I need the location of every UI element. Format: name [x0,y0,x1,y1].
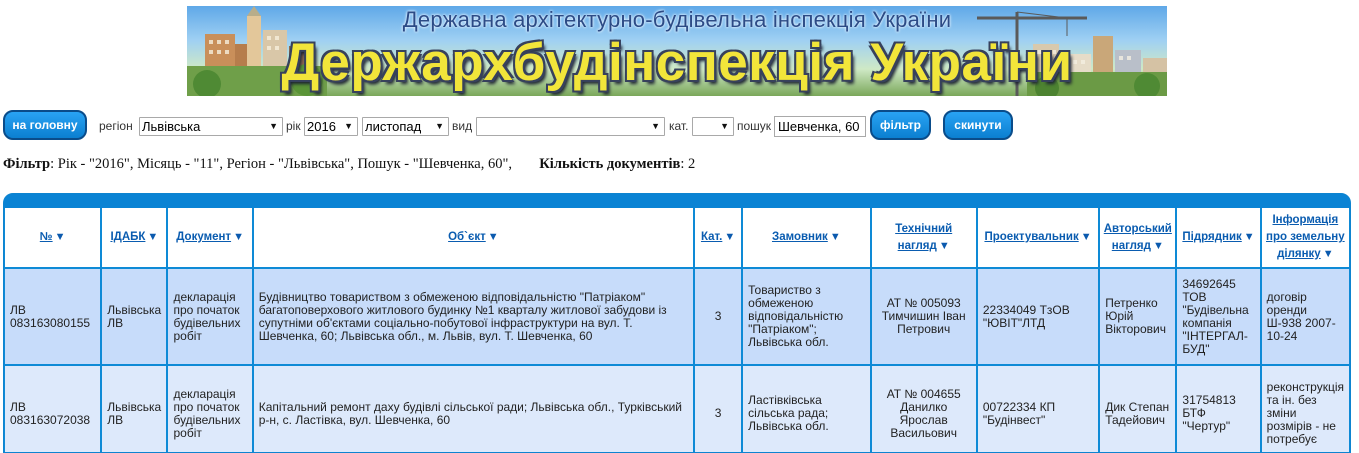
cell-number: ЛВ 083163080155 [5,269,101,364]
filter-toolbar: на головну регіон Львівська ▼ рік 2016 ▼… [3,110,1353,140]
cell-document: декларація про початок будівельних робіт [168,269,252,364]
type-select[interactable]: ▼ [476,117,665,136]
column-header-category[interactable]: Кат. ▼ [695,208,742,267]
column-header-customer[interactable]: Замовник ▼ [743,208,870,267]
region-label: регіон [99,119,133,133]
chevron-down-icon: ▼ [269,121,278,131]
sort-down-icon: ▼ [233,231,244,243]
region-select-value: Львівська [142,119,201,134]
table-row[interactable]: ЛВ 083163080155 Львівська ЛВ декларація … [5,269,1349,364]
cell-designer: 22334049 ТзОВ "ЮВІТ"ЛТД [977,269,1099,364]
year-select-value: 2016 [307,119,336,134]
column-header-land-info[interactable]: Інформація про земельну ділянку ▼ [1261,208,1349,267]
sort-down-icon: ▼ [487,231,499,243]
cell-land-info: договір оренди Ш-938 2007-10-24 [1261,269,1349,364]
filter-summary: Фільтр: Рік - "2016", Місяць - "11", Рег… [3,156,695,173]
chevron-down-icon: ▼ [344,121,353,131]
cell-contractor: 31754813 БТФ "Чертур" [1177,366,1260,452]
filter-summary-text: : Рік - "2016", Місяць - "11", Регіон - … [50,156,513,172]
cell-designer: 00722334 КП "Будінвест" [977,366,1099,452]
filter-button[interactable]: фільтр [870,110,931,140]
cell-contractor: 34692645 ТОВ "Будівельна компанія "ІНТЕР… [1177,269,1260,364]
year-select[interactable]: 2016 ▼ [304,117,358,136]
table-header-row: № ▼ ІДАБК ▼ Документ ▼ Об`єкт ▼ Кат. ▼ Замовн… [5,208,1349,267]
column-header-idabk[interactable]: ІДАБК ▼ [102,208,167,267]
cell-customer: Товариство з обмеженою відповідальністю … [743,269,870,364]
chevron-down-icon: ▼ [435,121,444,131]
type-label: вид [452,119,473,133]
banner-title: Держархбудінспекція України [281,33,1073,92]
cell-customer: Ластівківська сільська рада; Львівська о… [743,366,870,452]
documents-table: № ▼ ІДАБК ▼ Документ ▼ Об`єкт ▼ Кат. ▼ Замовн… [4,206,1350,452]
banner-subtitle: Державна архітектурно-будівельна інспекц… [402,7,952,32]
column-header-number[interactable]: № ▼ [5,208,101,267]
document-count-label: Кількість документів [539,156,681,172]
column-header-object[interactable]: Об`єкт ▼ [253,208,694,267]
cell-document: декларація про початок будівельних робіт [168,366,252,452]
cell-number: ЛВ 083163072038 [5,366,101,452]
cell-category: 3 [695,366,742,452]
cell-idabk: Львівська ЛВ [102,366,167,452]
column-header-technical-supervision[interactable]: Технічний нагляд ▼ [871,208,976,267]
month-select[interactable]: листопад ▼ [362,117,449,136]
chevron-down-icon: ▼ [651,121,660,131]
category-label: кат. [669,119,689,133]
sort-down-icon: ▼ [147,231,159,243]
cell-author-supervision: Петренко Юрій Вікторович [1100,269,1176,364]
sort-down-icon: ▼ [938,239,950,252]
column-header-designer[interactable]: Проектувальник ▼ [977,208,1099,267]
sort-down-icon: ▼ [1152,239,1164,252]
table-row[interactable]: ЛВ 083163072038 Львівська ЛВ декларація … [5,366,1349,452]
documents-table-container: № ▼ ІДАБК ▼ Документ ▼ Об`єкт ▼ Кат. ▼ Замовн… [3,193,1351,453]
sort-down-icon: ▼ [1322,248,1334,260]
home-button[interactable]: на головну [3,110,87,140]
cell-idabk: Львівська ЛВ [102,269,167,364]
chevron-down-icon: ▼ [720,121,729,131]
sort-down-icon: ▼ [1080,231,1092,243]
document-count-value: : 2 [680,156,696,172]
cell-technical-supervision: АТ № 004655 Данилко Ярослав Васильович [871,366,976,452]
sort-down-icon: ▼ [829,231,841,243]
reset-button[interactable]: скинути [943,110,1013,140]
sort-down-icon: ▼ [54,231,66,243]
cell-author-supervision: Дик Степан Тадейович [1100,366,1176,452]
sort-down-icon: ▼ [1243,231,1255,243]
cell-technical-supervision: АТ № 005093 Тимчишин Іван Петрович [871,269,976,364]
search-input[interactable]: Шевченка, 60 [774,116,866,137]
month-select-value: листопад [365,119,422,134]
search-label: пошук [737,119,772,133]
column-header-document[interactable]: Документ ▼ [168,208,252,267]
column-header-contractor[interactable]: Підрядник ▼ [1177,208,1260,267]
site-banner: Державна архітектурно-будівельна інспекц… [187,6,1167,96]
cell-object: Будівництво товариством з обмеженою відп… [253,269,694,364]
cell-land-info: реконструкція та ін. без зміни розмірів … [1261,366,1349,452]
region-select[interactable]: Львівська ▼ [139,117,283,136]
column-header-author-supervision[interactable]: Авторський нагляд ▼ [1100,208,1176,267]
filter-summary-label: Фільтр [3,156,51,172]
category-select[interactable]: ▼ [692,117,734,136]
year-label: рік [286,119,301,133]
cell-category: 3 [695,269,742,364]
cell-object: Капітальний ремонт даху будівлі сільсько… [253,366,694,452]
sort-down-icon: ▼ [724,231,736,243]
